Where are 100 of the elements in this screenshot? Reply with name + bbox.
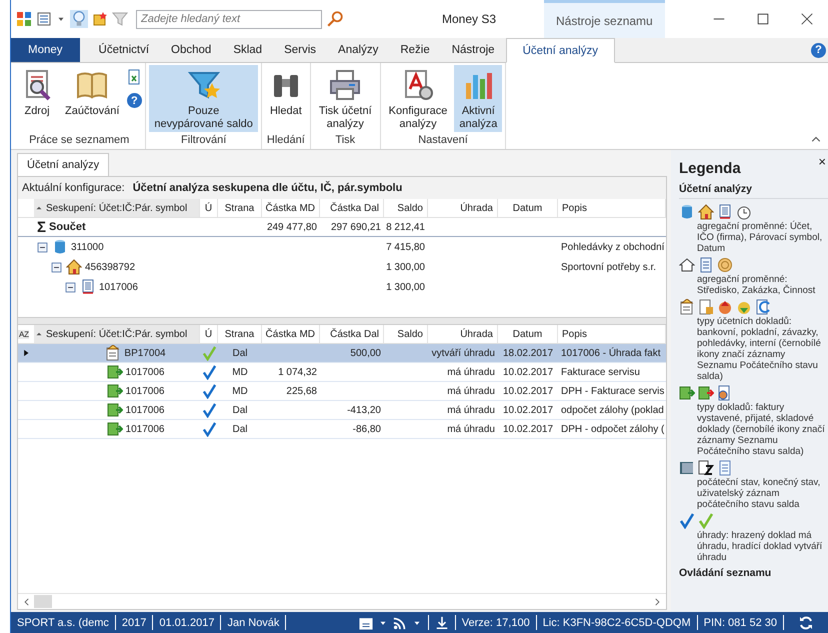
document-list-icon	[80, 279, 96, 295]
sort-button[interactable]: A Z	[18, 330, 30, 338]
group-label: Nastavení	[417, 133, 469, 148]
arrow-ball-icon	[717, 299, 733, 315]
column-header[interactable]: Částka Dal	[320, 325, 384, 343]
house-icon	[66, 259, 82, 275]
collapse-icon[interactable]	[36, 240, 49, 254]
refresh-icon[interactable]	[798, 614, 814, 630]
table-row[interactable]: 1017006 Dal -413,20 má úhradu 10.02.2017 odpočet zálohy (poklad	[18, 401, 666, 420]
document-icon	[698, 460, 714, 476]
arrow-ball-icon	[736, 299, 752, 315]
table-cell-text: Fakturace servisu	[560, 366, 641, 380]
horizontal-scrollbar[interactable]	[18, 593, 666, 609]
help-button[interactable]: ?	[126, 93, 142, 108]
ribbon-button[interactable]: Zaúčtování	[60, 65, 124, 132]
ribbon-button[interactable]: Pouze nevypárované saldo	[149, 65, 258, 132]
ribbon-button[interactable]: Aktivní analýza	[454, 65, 502, 132]
column-header[interactable]: Ú	[200, 325, 218, 343]
table-row[interactable]: 1017006 Dal -86,80 má úhradu 10.02.2017 DPH - odpočet zálohy (	[18, 420, 666, 439]
collapse-icon[interactable]	[50, 260, 63, 274]
status-field: PIN: 081 52 30	[698, 615, 784, 630]
context-tab-label: Nástroje seznamu	[544, 0, 665, 38]
list-icon[interactable]	[36, 11, 52, 27]
help-button[interactable]: ?	[811, 42, 826, 58]
folder-star-icon[interactable]	[92, 11, 108, 27]
document-tab[interactable]: Účetní analýzy	[17, 153, 110, 176]
table-row[interactable]: 1017006 MD 225,68 má úhradu 10.02.2017 DPH - Fakturace servis	[18, 382, 666, 401]
table-cell-text: 1 074,32	[277, 366, 318, 380]
invoice-icon	[698, 385, 714, 401]
legend-text: počáteční stav, konečný stav, uživatelský záznam počátečního stavu salda	[696, 476, 822, 511]
menu-tab[interactable]: Analýzy	[327, 38, 390, 62]
menu-tab[interactable]: Účetnictví	[88, 38, 160, 62]
ribbon-button[interactable]: Zdroj	[16, 65, 58, 132]
column-header[interactable]: Částka MD	[262, 325, 320, 343]
calendar-icon[interactable]	[358, 616, 373, 630]
column-header[interactable]: Částka Dal	[320, 199, 384, 217]
app-logo-icon[interactable]	[16, 11, 32, 27]
status-field: Lic: K3FN-98C2-6C5D-QDQM	[536, 615, 698, 630]
close-button[interactable]: ×	[818, 154, 828, 169]
column-header[interactable]: Datum	[498, 325, 558, 343]
menu-tab[interactable]: Obchod	[160, 38, 222, 62]
checkmark-icon	[202, 422, 216, 436]
cash-document-icon	[698, 299, 714, 315]
column-header[interactable]: Strana	[218, 199, 262, 217]
group-label: Filtrování	[180, 133, 228, 148]
invoice-icon	[106, 421, 123, 437]
table-cell-text: DPH - Fakturace servis	[560, 384, 666, 398]
table-row[interactable]: 1017006 MD 1 074,32 má úhradu 10.02.2017 Fakturace servisu	[18, 363, 666, 382]
table-cell-text: má úhradu	[446, 404, 496, 418]
column-header[interactable]: Strana	[218, 325, 262, 343]
feed-icon[interactable]	[392, 616, 407, 630]
search-field[interactable]: Zadejte hledaný text	[136, 10, 322, 28]
column-header[interactable]: Saldo	[384, 199, 428, 217]
scroll-thumb[interactable]	[34, 595, 52, 608]
tree-label[interactable]: 311000	[71, 242, 104, 252]
column-header[interactable]: Seskupení: Účet:IČ:Pár. symbol	[34, 325, 200, 343]
document-icon[interactable]	[126, 69, 142, 85]
column-header[interactable]: Datum	[498, 199, 558, 217]
collapse-icon[interactable]	[64, 280, 77, 294]
menu-tab[interactable]: Sklad	[222, 38, 274, 62]
column-header[interactable]: Popis	[558, 325, 666, 343]
ribbon-button[interactable]: Konfigurace analýzy	[384, 65, 452, 132]
menu-tab[interactable]: Servis	[273, 38, 328, 62]
column-header[interactable]: Saldo	[384, 325, 428, 343]
table-cell-text: 10.02.2017	[502, 422, 554, 436]
table-cell-text: -413,20	[346, 404, 382, 418]
table-row[interactable]: BP17004 Dal 500,00 vytváří úhradu 18.02.2017 1017006 - Úhrada fakt	[18, 344, 666, 363]
column-header[interactable]: Úhrada	[428, 325, 498, 343]
ribbon-button[interactable]: Tisk účetní analýzy	[314, 65, 377, 132]
tree-label[interactable]: 1017006	[99, 282, 138, 292]
legend-text: agregační proměnné: Středisko, Zakázka, Činnost	[696, 273, 816, 297]
cylinder-icon	[52, 239, 68, 255]
column-header[interactable]: Seskupení: Účet:IČ:Pár. symbol	[34, 199, 200, 217]
table-cell-text: odpočet zálohy (poklad	[560, 404, 665, 418]
close-icon[interactable]	[800, 12, 814, 26]
legend-section-title: Ovládání seznamu	[679, 566, 772, 581]
table-cell-text: Pohledávky z obchodní	[560, 240, 666, 254]
column-header[interactable]: Popis	[558, 199, 666, 217]
table-cell-text: vytváří úhradu	[430, 346, 496, 360]
menu-tab[interactable]: Nástroje	[440, 38, 506, 62]
download-icon[interactable]	[434, 616, 449, 630]
menu-tab[interactable]: Účetní analýzy	[506, 38, 615, 63]
tree-label[interactable]: 456398792	[85, 262, 136, 272]
maximize-icon[interactable]	[756, 12, 770, 26]
row-pointer-icon	[21, 348, 31, 358]
funnel-star-icon	[188, 69, 220, 101]
group-label: Práce se seznamem	[28, 133, 130, 148]
column-header[interactable]: Ú	[200, 199, 218, 217]
table-cell-text: Dal	[231, 422, 248, 436]
search-icon[interactable]	[326, 10, 344, 28]
document-number: 1017006	[126, 404, 164, 416]
ribbon-button[interactable]: Hledat	[264, 65, 307, 132]
column-header[interactable]: Částka MD	[262, 199, 320, 217]
legend-text: typy účetních dokladů: bankovní, pokladní, závazky, pohledávky, interní (černobílé ikony značí záznamy Seznamu Počátečního stavu salda)	[696, 315, 822, 383]
checkmark-icon	[202, 364, 216, 380]
legend-text: agregační proměnné: Účet, IČO (firma), Párovací symbol, Datum	[696, 220, 824, 255]
window-title: Money S3	[440, 11, 498, 28]
menu-tab[interactable]: Režie	[389, 38, 441, 62]
column-header[interactable]: Úhrada	[428, 199, 498, 217]
app-menu-button[interactable]: Money	[11, 38, 80, 62]
